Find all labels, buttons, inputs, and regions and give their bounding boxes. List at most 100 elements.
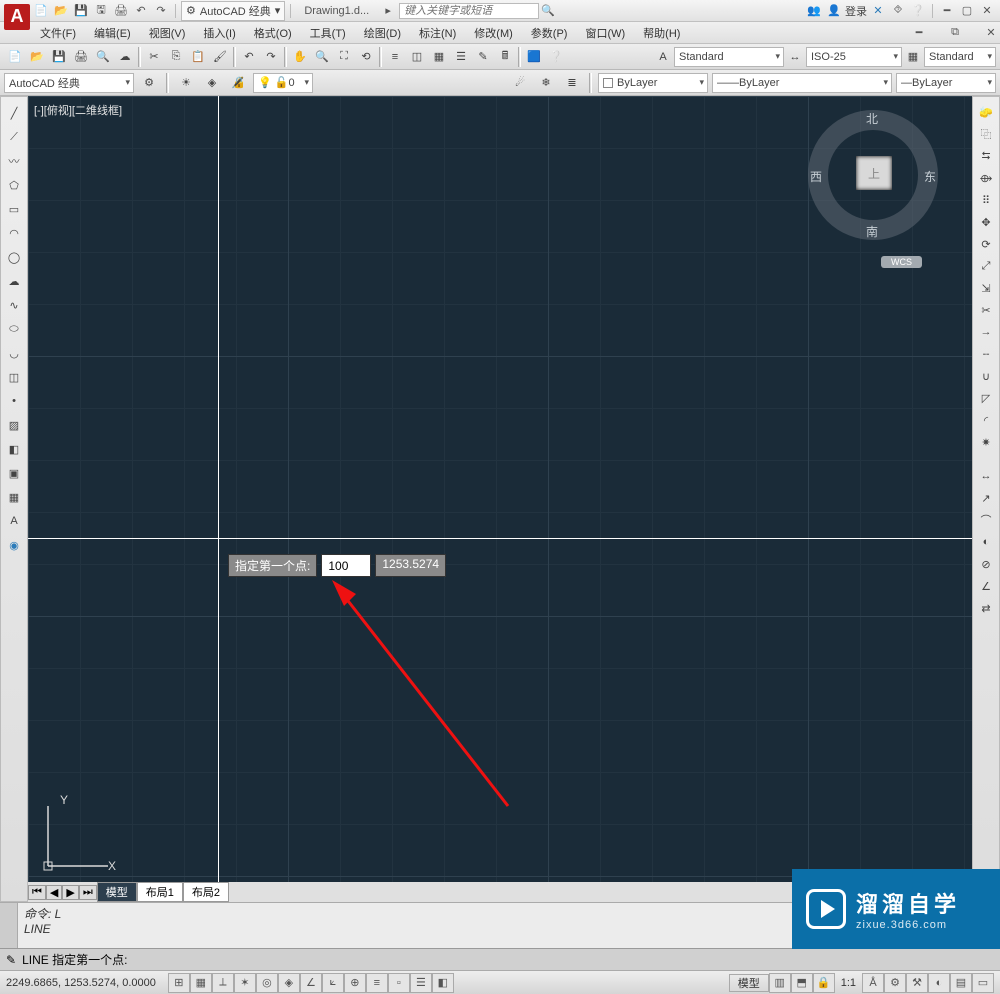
viewport-label[interactable]: [-][俯视][二维线框] [34,102,122,118]
quick-save-icon[interactable]: 💾 [72,2,90,20]
menu-tools[interactable]: 工具(T) [310,25,346,41]
minimize-icon[interactable]: ━ [938,2,956,20]
status-anno2-icon[interactable]: ⚙ [884,973,906,993]
textstyle-icon[interactable]: A [652,46,674,68]
undo-icon[interactable]: ↶ [238,46,260,68]
print-icon[interactable]: 🖨 [70,46,92,68]
explode-icon[interactable]: ✷ [975,431,997,453]
copy2-icon[interactable]: ⿻ [975,123,997,145]
spline-icon[interactable]: ∿ [2,293,26,317]
sub-dropdown-icon[interactable]: ⯑ [889,2,907,20]
sc-toggle[interactable]: ◧ [432,973,454,993]
menu-dim[interactable]: 标注(N) [419,25,456,41]
ducs-toggle[interactable]: ⟀ [322,973,344,993]
open-icon[interactable]: 📂 [26,46,48,68]
trim-icon[interactable]: ✂ [975,299,997,321]
tab-prev-icon[interactable]: ◀ [46,885,62,900]
quick-new-icon[interactable]: 📄 [32,2,50,20]
menu-edit[interactable]: 编辑(E) [94,25,131,41]
status-hw-icon[interactable]: ◐ [928,973,950,993]
dim-aligned-icon[interactable]: ↗ [975,487,997,509]
line-color-icon[interactable]: 🟦 [523,46,545,68]
app-logo[interactable]: A [4,4,30,30]
lineweight-dropdown[interactable]: — ByLayer [896,73,996,93]
ellipse-icon[interactable]: ⬭ [2,317,26,341]
join-icon[interactable]: ∪ [975,365,997,387]
command-input[interactable]: ✎LINE 指定第一个点: [0,948,1000,970]
addselect-icon[interactable]: ◉ [2,533,26,557]
dyn-toggle[interactable]: ⊕ [344,973,366,993]
publish-icon[interactable]: ☁ [114,46,136,68]
snap-toggle[interactable]: ⊞ [168,973,190,993]
search-icon[interactable]: 🔍 [539,2,557,20]
quick-saveas-icon[interactable]: 🖫 [92,2,110,20]
calc-icon[interactable]: 🖩 [494,46,516,68]
save-icon[interactable]: 💾 [48,46,70,68]
dim-dia-icon[interactable]: ⊘ [975,553,997,575]
menu-insert[interactable]: 插入(I) [203,25,235,41]
viewcube[interactable]: 上 北 南 东 西 [808,110,938,240]
mirror-icon[interactable]: ⮀ [975,145,997,167]
zoomprev-icon[interactable]: ⟲ [355,46,377,68]
polyline-icon[interactable]: 〰 [2,149,26,173]
doc-dropdown-icon[interactable]: ▸ [379,2,397,20]
dyn-x-input[interactable] [321,554,371,577]
status-iso-icon[interactable]: ▤ [950,973,972,993]
tab-next-icon[interactable]: ▶ [62,885,78,900]
revcloud-icon[interactable]: ☁ [2,269,26,293]
fillet-icon[interactable]: ◜ [975,409,997,431]
doc-close-icon[interactable]: ✕ [982,24,1000,42]
3dosnap-toggle[interactable]: ◈ [278,973,300,993]
redo-icon[interactable]: ↷ [260,46,282,68]
quick-redo-icon[interactable]: ↷ [152,2,170,20]
circle-icon[interactable]: ◯ [2,245,26,269]
zoomwin-icon[interactable]: ⛶ [333,46,355,68]
layer-icon[interactable]: ☀ [175,72,197,94]
ortho-toggle[interactable]: ⟂ [212,973,234,993]
layer-tools-icon[interactable]: ☄ [509,72,531,94]
dim-arc-icon[interactable]: ⌒ [975,509,997,531]
table-style-dropdown[interactable]: Standard [924,47,996,67]
new-icon[interactable]: 📄 [4,46,26,68]
array-icon[interactable]: ⠿ [975,189,997,211]
move-icon[interactable]: ✥ [975,211,997,233]
status-anno-icon[interactable]: Å [862,973,884,993]
layer-state-icon[interactable]: 🔏 [227,72,249,94]
login-icon[interactable]: 👤 [825,2,843,20]
workspace-dropdown[interactable]: ⚙ AutoCAD 经典 ▾ [181,1,285,21]
wcs-badge[interactable]: WCS [881,256,922,268]
menu-file[interactable]: 文件(F) [40,25,76,41]
maximize-icon[interactable]: ▢ [958,2,976,20]
layer-prev-icon[interactable]: ◈ [201,72,223,94]
dim-ang-icon[interactable]: ∠ [975,575,997,597]
erase-icon[interactable]: 🧽 [975,101,997,123]
table-icon[interactable]: ▦ [2,485,26,509]
polar-toggle[interactable]: ✶ [234,973,256,993]
paste-icon[interactable]: 📋 [187,46,209,68]
chamfer-icon[interactable]: ◸ [975,387,997,409]
rotate-icon[interactable]: ⟳ [975,233,997,255]
zoom-icon[interactable]: 🔍 [311,46,333,68]
tool-palette-icon[interactable]: ▦ [428,46,450,68]
status-ws-icon[interactable]: ⚒ [906,973,928,993]
quick-open-icon[interactable]: 📂 [52,2,70,20]
dim-radius-icon[interactable]: ◐ [975,531,997,553]
close-icon[interactable]: ✕ [978,2,996,20]
exchange-x-icon[interactable]: ✕ [869,2,887,20]
tab-first-icon[interactable]: ⏮ [28,885,46,900]
offset-icon[interactable]: ⟴ [975,167,997,189]
pan-icon[interactable]: ✋ [289,46,311,68]
preview-icon[interactable]: 🔍 [92,46,114,68]
linetype-dropdown[interactable]: —— ByLayer [712,73,892,93]
doc-restore-icon[interactable]: ⧉ [946,24,964,42]
tpy-toggle[interactable]: ▫ [388,973,410,993]
otrack-toggle[interactable]: ∠ [300,973,322,993]
dimstyle-icon[interactable]: ↔ [784,46,806,68]
arc-icon[interactable]: ◠ [2,221,26,245]
cmd-handle[interactable] [0,903,18,948]
match-icon[interactable]: 🖌 [209,46,231,68]
dim-quick-icon[interactable]: ⇄ [975,597,997,619]
status-annoscale-icon[interactable]: 🔒 [813,973,835,993]
scale-icon[interactable]: ⤢ [975,255,997,277]
menu-modify[interactable]: 修改(M) [474,25,513,41]
